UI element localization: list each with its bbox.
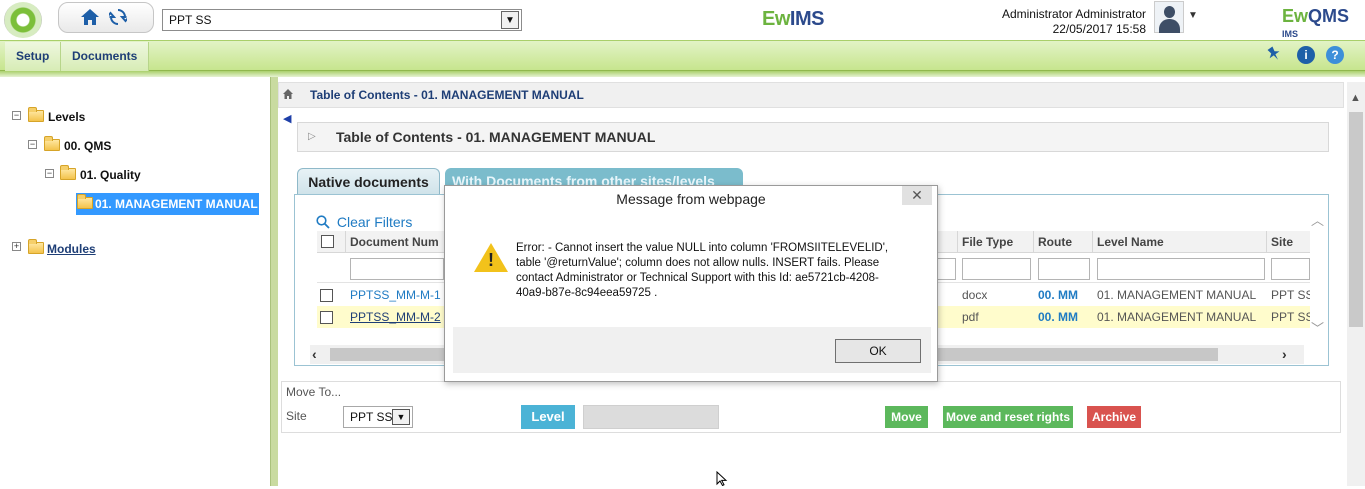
site-select-value: PPT SS	[169, 13, 212, 27]
document-number-cell[interactable]: PPTSS_MM-M-1	[350, 284, 441, 306]
row-checkbox[interactable]	[320, 289, 333, 302]
move-site-select[interactable]: PPT SS ▼	[343, 406, 413, 428]
move-panel-title: Move To...	[286, 385, 342, 399]
app-logo-icon[interactable]	[4, 2, 42, 38]
dialog-message: Error: - Cannot insert the value NULL in…	[516, 242, 889, 299]
hidden-column-filter[interactable]	[937, 258, 956, 280]
pin-icon[interactable]	[1265, 45, 1283, 68]
level-name-filter[interactable]	[1097, 258, 1265, 280]
column-header-file-type[interactable]: File Type	[958, 231, 1034, 253]
folder-icon	[60, 165, 76, 180]
close-icon[interactable]: ✕	[902, 186, 932, 205]
level-field[interactable]	[583, 405, 719, 429]
scroll-right-icon[interactable]: ›	[1282, 346, 1287, 362]
move-and-reset-rights-button[interactable]: Move and reset rights	[943, 406, 1073, 428]
move-button[interactable]: Move	[885, 406, 928, 428]
column-header-document-number[interactable]: Document Num	[346, 231, 446, 253]
scroll-up-icon[interactable]: ▲	[1350, 92, 1361, 104]
menu-setup[interactable]: Setup	[5, 42, 62, 71]
file-type-filter[interactable]	[962, 258, 1031, 280]
search-icon	[316, 214, 334, 230]
current-datetime: 22/05/2017 15:58	[1052, 22, 1146, 36]
collapse-icon[interactable]: −	[12, 111, 21, 120]
route-cell[interactable]: 00. MM	[1038, 284, 1078, 306]
expand-icon[interactable]: +	[12, 242, 21, 251]
move-panel	[281, 381, 1341, 433]
document-number-filter[interactable]	[350, 258, 444, 280]
tab-native-documents[interactable]: Native documents	[297, 168, 440, 194]
warning-mark: !	[488, 250, 494, 270]
levels-tree	[0, 77, 270, 486]
tree-node-management-manual[interactable]: 01. MANAGEMENT MANUAL	[95, 197, 258, 211]
select-all-checkbox[interactable]	[321, 235, 334, 248]
refresh-icon[interactable]	[104, 8, 132, 29]
panel-splitter[interactable]	[270, 77, 278, 486]
collapse-icon[interactable]: −	[28, 140, 37, 149]
route-filter[interactable]	[1038, 258, 1090, 280]
tree-node-quality[interactable]: 01. Quality	[80, 168, 141, 182]
nav-button-group	[58, 2, 154, 33]
grid-scroll-up-icon[interactable]: ︿	[1311, 210, 1324, 229]
breadcrumb-text[interactable]: Table of Contents - 01. MANAGEMENT MANUA…	[310, 88, 584, 102]
site-cell: PPT SS	[1271, 288, 1310, 302]
site-cell: PPT SS	[1271, 310, 1310, 324]
ok-button[interactable]: OK	[835, 339, 921, 363]
tree-node-modules[interactable]: Modules	[47, 242, 96, 256]
folder-icon	[28, 107, 44, 122]
folder-icon	[77, 194, 93, 209]
ewims-logo: EwIMS	[762, 8, 824, 30]
site-select[interactable]: PPT SS ▼	[162, 9, 522, 31]
collapse-left-icon[interactable]: ◀	[283, 112, 291, 125]
chevron-down-icon[interactable]: ▼	[501, 11, 519, 29]
route-cell[interactable]: 00. MM	[1038, 306, 1078, 328]
folder-icon	[44, 136, 60, 151]
info-icon[interactable]: i	[1297, 46, 1315, 64]
clear-filters-link[interactable]: Clear Filters	[316, 214, 412, 230]
panel-toggle-icon[interactable]: ▷	[308, 131, 316, 142]
tree-node-qms[interactable]: 00. QMS	[64, 139, 111, 153]
menu-documents[interactable]: Documents	[61, 42, 150, 71]
tree-node-levels[interactable]: Levels	[48, 110, 85, 124]
file-type-cell: pdf	[962, 310, 979, 324]
level-button[interactable]: Level	[521, 405, 575, 429]
grid-scroll-down-icon[interactable]: ﹀	[1311, 318, 1324, 337]
scroll-left-icon[interactable]: ‹	[312, 346, 317, 362]
help-icon[interactable]: ?	[1326, 46, 1344, 64]
menu-bar: Setup Documents i ?	[0, 40, 1365, 71]
file-type-cell: docx	[962, 288, 988, 302]
column-header-level-name[interactable]: Level Name	[1093, 231, 1267, 253]
user-name: Administrator Administrator	[1001, 7, 1146, 21]
level-name-cell: 01. MANAGEMENT MANUAL	[1097, 310, 1257, 324]
home-icon[interactable]	[79, 6, 101, 31]
chevron-down-icon[interactable]: ▼	[392, 409, 410, 425]
folder-icon	[28, 239, 44, 254]
page-scrollbar[interactable]	[1347, 82, 1365, 486]
document-number-cell[interactable]: PPTSS_MM-M-2	[350, 306, 441, 328]
dialog-title: Message from webpage	[616, 191, 766, 207]
avatar[interactable]	[1154, 1, 1184, 33]
mouse-cursor-icon	[716, 470, 728, 489]
home-icon[interactable]	[282, 88, 294, 103]
select-all-header	[317, 231, 346, 253]
level-name-cell: 01. MANAGEMENT MANUAL	[1097, 288, 1257, 302]
row-checkbox[interactable]	[320, 311, 333, 324]
panel-title: Table of Contents - 01. MANAGEMENT MANUA…	[336, 129, 656, 145]
collapse-icon[interactable]: −	[45, 169, 54, 178]
user-menu-caret-icon[interactable]: ▼	[1188, 10, 1198, 21]
column-header-route[interactable]: Route	[1034, 231, 1093, 253]
site-filter[interactable]	[1271, 258, 1310, 280]
column-header-site[interactable]: Site	[1267, 231, 1310, 253]
archive-button[interactable]: Archive	[1087, 406, 1141, 428]
site-label: Site	[286, 409, 307, 423]
